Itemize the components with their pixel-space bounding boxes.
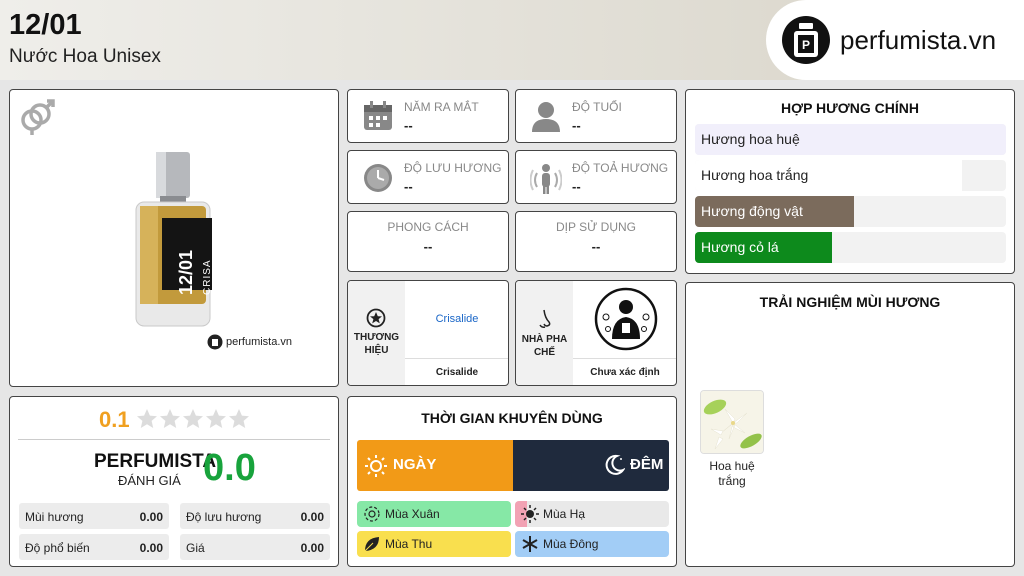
age-card: ĐỘ TUỔI --	[515, 89, 677, 143]
clock-icon	[364, 164, 392, 192]
note-label: Hoa huệ trắng	[709, 459, 755, 488]
header: 12/01 Nước Hoa Unisex P perfumista.vn	[0, 0, 1024, 80]
perfumista-score: 0.0	[203, 447, 256, 489]
release-year-card: NĂM RA MẮT --	[347, 89, 509, 143]
accords-title: HỢP HƯƠNG CHÍNH	[781, 100, 919, 116]
leaf-icon	[364, 537, 379, 552]
stat-longevity: Độ lưu hương 0.00	[180, 503, 330, 529]
star-icon[interactable]	[228, 408, 250, 430]
accord-label: Hương cỏ lá	[701, 239, 779, 255]
accords-card: HỢP HƯƠNG CHÍNH Hương hoa huệ Hương hoa t…	[685, 89, 1015, 274]
rating-card: 0.1 PERFUMISTA ĐÁNH GIÁ 0.0 Mùi hương 0.0…	[9, 396, 339, 567]
site-logo[interactable]: P perfumista.vn	[766, 0, 1024, 80]
perfumer-name: Chưa xác định	[590, 367, 660, 378]
time-card: THỜI GIAN KHUYÊN DÙNG NGÀY ĐÊM Mùa Xuân …	[347, 396, 677, 567]
sun-icon	[365, 455, 387, 477]
star-badge-icon	[366, 308, 386, 328]
stat-popularity: Độ phổ biến 0.00	[19, 534, 169, 560]
stat-price: Giá 0.00	[180, 534, 330, 560]
day-indicator: NGÀY	[357, 440, 513, 491]
star-rating[interactable]	[136, 408, 251, 430]
user-score: 0.1	[99, 407, 130, 432]
season-autumn: Mùa Thu	[357, 531, 511, 557]
stat-scent: Mùi hương 0.00	[19, 503, 169, 529]
perfumista-brand: PERFUMISTA	[94, 451, 217, 472]
accord-label: Hương hoa huệ	[701, 131, 800, 147]
experience-card: TRẢI NGHIỆM MÙI HƯƠNG Hoa huệ trắng	[685, 282, 1015, 567]
star-icon[interactable]	[136, 408, 158, 430]
perfumer-avatar	[594, 287, 658, 351]
longevity-card: ĐỘ LƯU HƯƠNG --	[347, 150, 509, 204]
brand-link[interactable]: Crisalide	[405, 313, 508, 325]
brand-name: Crisalide	[435, 367, 479, 378]
person-icon	[532, 102, 560, 132]
star-icon[interactable]	[182, 408, 204, 430]
image-watermark: perfumista.vn	[207, 334, 292, 350]
star-icon[interactable]	[205, 408, 227, 430]
experience-title: TRẢI NGHIỆM MÙI HƯƠNG	[759, 294, 941, 310]
nose-icon	[539, 309, 551, 328]
style-card: PHONG CÁCH --	[347, 211, 509, 272]
sun-small-icon	[521, 505, 539, 523]
calendar-icon	[364, 101, 392, 130]
season-summer: Mùa Hạ	[515, 501, 669, 527]
svg-text:P: P	[802, 38, 810, 52]
accord-bar: Hương hoa huệ	[695, 124, 1006, 155]
perfume-bottle-logo-icon: P	[782, 16, 830, 64]
accord-bar: Hương động vật	[695, 196, 1006, 227]
brand-label: THƯƠNG HIỆU	[353, 332, 400, 356]
accord-label: Hương hoa trắng	[701, 167, 809, 183]
perfume-bottle-watermark-icon	[207, 334, 223, 350]
occasion-card: DỊP SỬ DỤNG --	[515, 211, 677, 272]
brand-card: THƯƠNG HIỆU Crisalide Crisalide	[347, 280, 509, 386]
time-title: THỜI GIAN KHUYÊN DÙNG	[421, 410, 603, 426]
snowflake-icon	[522, 536, 538, 552]
season-winter: Mùa Đông	[515, 531, 669, 557]
sillage-person-icon	[530, 164, 562, 194]
accord-bar: Hương cỏ lá	[695, 232, 1006, 263]
perfumer-label: NHÀ PHA CHẾ	[521, 334, 568, 358]
logo-text: perfumista.vn	[840, 24, 997, 55]
note-image-hoa-hue[interactable]	[700, 390, 764, 454]
accord-bar: Hương hoa trắng	[695, 160, 1006, 191]
page-subtitle: Nước Hoa Unisex	[9, 46, 161, 67]
flower-icon	[364, 506, 380, 522]
night-indicator: ĐÊM	[513, 440, 669, 491]
bottle-label: 12/01 CRISA EXTRAIT DE	[176, 249, 224, 295]
sillage-card: ĐỘ TOẢ HƯƠNG --	[515, 150, 677, 204]
moon-icon	[605, 454, 625, 475]
perfumista-subtitle: ĐÁNH GIÁ	[118, 473, 181, 488]
unisex-gender-icon	[21, 99, 55, 135]
perfumer-card: NHÀ PHA CHẾ Chưa xác định	[515, 280, 677, 386]
page-title: 12/01	[9, 9, 82, 41]
star-icon[interactable]	[159, 408, 181, 430]
accord-label: Hương động vật	[701, 203, 803, 219]
tuberose-flower-image	[701, 391, 763, 453]
product-image-card: 12/01 CRISA EXTRAIT DE perfumista.vn	[9, 89, 339, 387]
season-spring: Mùa Xuân	[357, 501, 511, 527]
